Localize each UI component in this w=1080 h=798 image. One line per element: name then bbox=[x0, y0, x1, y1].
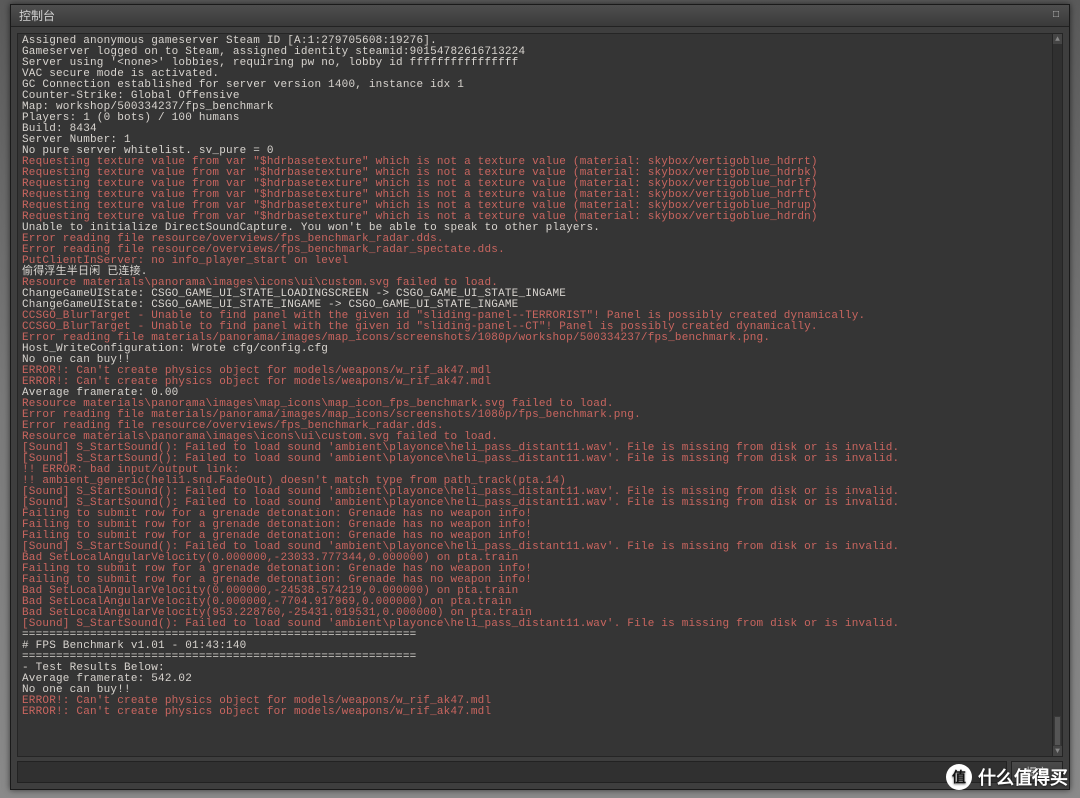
submit-button[interactable]: 提交 bbox=[1011, 761, 1063, 783]
log-line: ========================================… bbox=[22, 652, 1048, 663]
log-line: Host_WriteConfiguration: Wrote cfg/confi… bbox=[22, 344, 1048, 355]
close-icon[interactable]: □ bbox=[1047, 9, 1065, 23]
console-log[interactable]: Assigned anonymous gameserver Steam ID [… bbox=[18, 34, 1052, 756]
log-line: Players: 1 (0 bots) / 100 humans bbox=[22, 113, 1048, 124]
log-line: Build: 8434 bbox=[22, 124, 1048, 135]
scroll-track[interactable] bbox=[1053, 44, 1062, 746]
console-window: 控制台 □ Assigned anonymous gameserver Stea… bbox=[10, 4, 1070, 790]
scroll-thumb[interactable] bbox=[1054, 716, 1061, 746]
log-line: ERROR!: Can't create physics object for … bbox=[22, 707, 1048, 718]
titlebar[interactable]: 控制台 □ bbox=[11, 5, 1069, 27]
console-input[interactable] bbox=[17, 761, 1007, 783]
scroll-down-icon[interactable]: ▼ bbox=[1053, 746, 1062, 756]
console-input-row: 提交 bbox=[17, 761, 1063, 783]
console-output-area: Assigned anonymous gameserver Steam ID [… bbox=[17, 33, 1063, 757]
log-line: PutClientInServer: no info_player_start … bbox=[22, 256, 1048, 267]
scrollbar[interactable]: ▲ ▼ bbox=[1052, 34, 1062, 756]
log-line: Average framerate: 542.02 bbox=[22, 674, 1048, 685]
scroll-up-icon[interactable]: ▲ bbox=[1053, 34, 1062, 44]
console-title: 控制台 bbox=[15, 7, 55, 24]
